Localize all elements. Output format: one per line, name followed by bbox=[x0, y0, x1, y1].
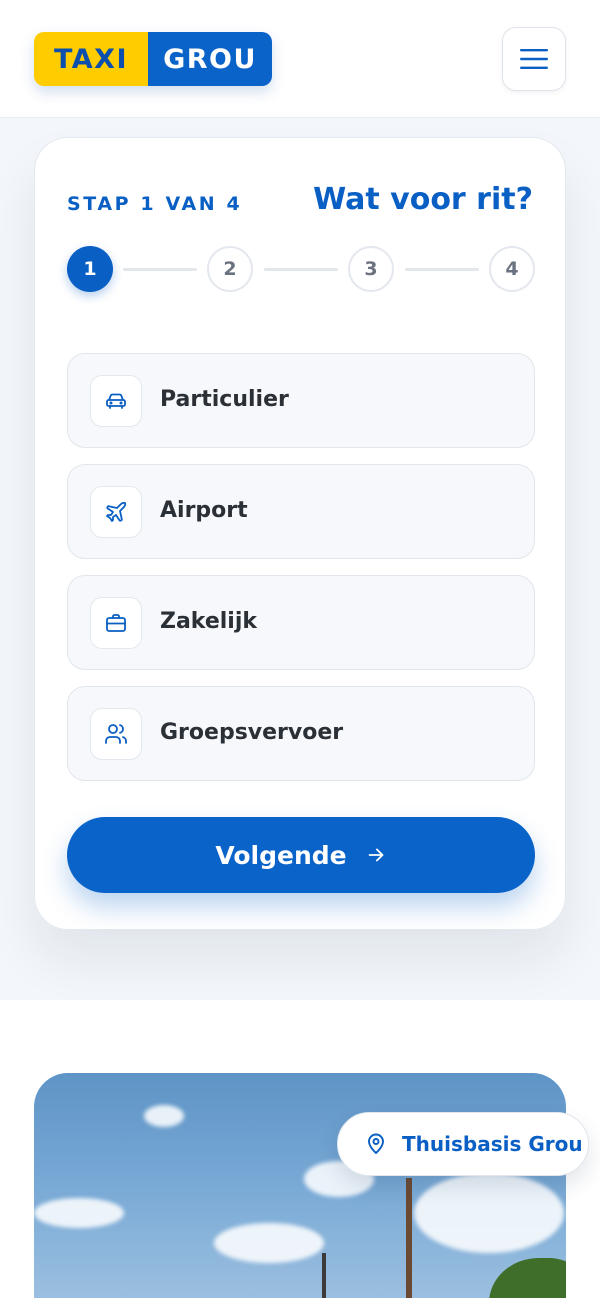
car-icon bbox=[106, 393, 126, 409]
users-icon bbox=[105, 724, 127, 744]
about-section: Thuisbasis Grou bbox=[0, 1000, 600, 1298]
map-pin-icon bbox=[368, 1133, 384, 1154]
stepper: 1 2 3 4 bbox=[67, 246, 535, 292]
grou-harbour-photo bbox=[34, 1073, 566, 1298]
option-particulier[interactable]: Particulier bbox=[67, 353, 535, 448]
site-header: TAXI GROU bbox=[0, 0, 600, 118]
location-badge: Thuisbasis Grou bbox=[337, 1112, 589, 1176]
stepper-line bbox=[405, 268, 479, 271]
option-label: Particulier bbox=[160, 387, 289, 412]
booking-card: STAP 1 VAN 4 Wat voor rit? 1 2 3 4 Parti… bbox=[34, 137, 566, 930]
logo[interactable]: TAXI GROU bbox=[34, 32, 272, 86]
menu-button[interactable] bbox=[502, 27, 566, 91]
step-2[interactable]: 2 bbox=[207, 246, 253, 292]
next-button-label: Volgende bbox=[215, 840, 347, 870]
step-counter: STAP 1 VAN 4 bbox=[67, 193, 243, 215]
hamburger-icon bbox=[520, 49, 548, 69]
step-title: Wat voor rit? bbox=[313, 182, 533, 217]
location-label: Thuisbasis Grou bbox=[402, 1132, 583, 1156]
step-3[interactable]: 3 bbox=[348, 246, 394, 292]
plane-icon bbox=[106, 501, 127, 522]
option-label: Airport bbox=[160, 498, 248, 523]
logo-taxi-text: TAXI bbox=[34, 32, 148, 86]
logo-grou-text: GROU bbox=[148, 32, 272, 86]
option-groepsvervoer[interactable]: Groepsvervoer bbox=[67, 686, 535, 781]
option-airport[interactable]: Airport bbox=[67, 464, 535, 559]
option-zakelijk[interactable]: Zakelijk bbox=[67, 575, 535, 670]
next-button[interactable]: Volgende bbox=[67, 817, 535, 893]
arrow-right-icon bbox=[368, 848, 383, 862]
stepper-line bbox=[264, 268, 338, 271]
briefcase-icon bbox=[106, 614, 126, 632]
step-4[interactable]: 4 bbox=[489, 246, 535, 292]
option-label: Groepsvervoer bbox=[160, 720, 344, 745]
step-1[interactable]: 1 bbox=[67, 246, 113, 292]
option-label: Zakelijk bbox=[160, 609, 258, 634]
ride-type-options: Particulier Airport Zakelijk Groepsvervo… bbox=[67, 353, 535, 797]
stepper-line bbox=[123, 268, 197, 271]
